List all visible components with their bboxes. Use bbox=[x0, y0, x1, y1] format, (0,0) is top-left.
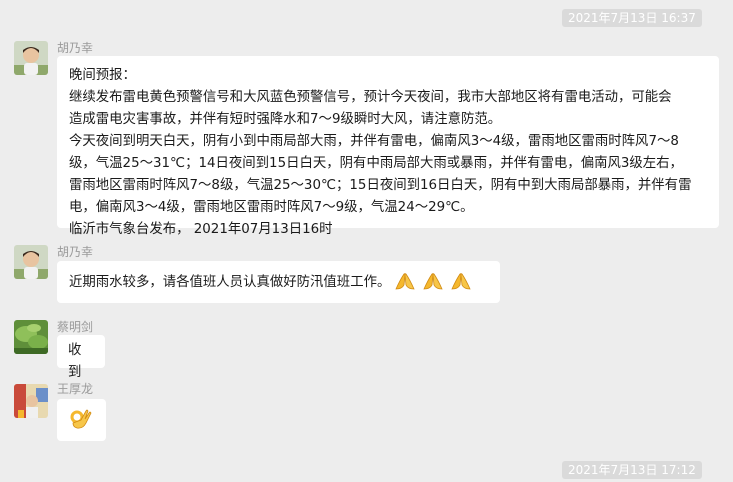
message-line: 晚间预报： bbox=[69, 68, 136, 83]
message-text: 近期雨水较多，请各值班人员认真做好防汛值班工作。 bbox=[69, 275, 391, 290]
message-line: 造成雷电灾害事故，并伴有短时强降水和7～9级瞬时大风，请注意防范。 bbox=[69, 112, 502, 127]
message-bubble-received[interactable]: 收到 bbox=[57, 335, 105, 380]
avatar-wang-houlong[interactable] bbox=[14, 384, 48, 418]
timestamp-top: 2021年7月13日 16:37 bbox=[562, 9, 702, 27]
avatar-hu-naixing[interactable] bbox=[14, 41, 48, 75]
sender-name: 王厚龙 bbox=[57, 382, 94, 396]
message-bubble-forecast[interactable]: 晚间预报： 继续发布雷电黄色预警信号和大风蓝色预警信号，预计今天夜间，我市大部地… bbox=[57, 56, 719, 237]
sender-name: 胡乃幸 bbox=[57, 41, 94, 55]
message-bubble-reminder[interactable]: 近期雨水较多，请各值班人员认真做好防汛值班工作。 bbox=[57, 261, 500, 303]
message-line: 级，气温25～31℃；14日夜间到15日白天，阴有中雨局部大雨或暴雨，并伴有雷电… bbox=[69, 156, 683, 171]
message-line: 临沂市气象台发布， 2021年07月13日16时 bbox=[69, 222, 333, 237]
sender-name: 蔡明剑 bbox=[57, 320, 94, 334]
timestamp-bottom: 2021年7月13日 17:12 bbox=[562, 461, 702, 479]
message-line: 继续发布雷电黄色预警信号和大风蓝色预警信号，预计今天夜间，我市大部地区将有雷电活… bbox=[69, 90, 672, 105]
message-text: 收到 bbox=[68, 343, 82, 380]
praying-hands-icon bbox=[423, 273, 443, 290]
message-bubble-ok[interactable] bbox=[57, 399, 106, 441]
message-line: 电，偏南风3～4级，雷雨地区雷雨时阵风7～9级，气温24～29℃。 bbox=[69, 200, 474, 215]
avatar-hu-naixing[interactable] bbox=[14, 245, 48, 279]
sender-name: 胡乃幸 bbox=[57, 245, 94, 259]
message-line: 雷雨地区雷雨时阵风7～8级，气温25～30℃；15日夜间到16日白天，阴有中到大… bbox=[69, 178, 692, 193]
ok-hand-icon bbox=[70, 409, 92, 429]
emoji-group bbox=[394, 271, 478, 293]
message-line: 今天夜间到明天白天，阴有小到中雨局部大雨，并伴有雷电，偏南风3～4级，雷雨地区雷… bbox=[69, 134, 679, 149]
praying-hands-icon bbox=[451, 273, 471, 290]
avatar-cai-mingjian[interactable] bbox=[14, 320, 48, 354]
praying-hands-icon bbox=[395, 273, 415, 290]
